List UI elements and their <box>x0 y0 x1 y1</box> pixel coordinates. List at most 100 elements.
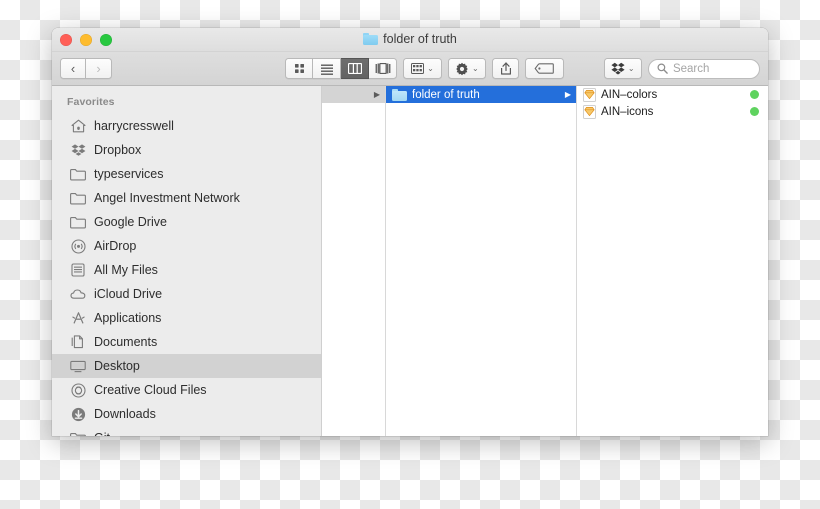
sidebar-item-git[interactable]: Git <box>52 426 321 436</box>
column-1[interactable]: ▶ <box>322 86 386 436</box>
column-row-label: AIN–icons <box>601 105 654 118</box>
arrange-icon <box>411 63 425 74</box>
traffic-light-group <box>60 34 112 46</box>
sidebar-item-label: All My Files <box>94 263 158 277</box>
sidebar-item-label: Applications <box>94 311 162 325</box>
column-row[interactable]: ▶ <box>322 86 385 103</box>
sidebar-item-desktop[interactable]: Desktop <box>52 354 321 378</box>
columns-icon <box>347 63 362 74</box>
icon-view-button[interactable] <box>285 58 314 79</box>
disclosure-triangle-icon[interactable]: ▶ <box>565 90 571 99</box>
column-row[interactable]: folder of truth ▶ <box>386 86 576 103</box>
sidebar-item-list: harrycresswell Dropbox typeservices Angel I… <box>52 114 321 436</box>
all-my-files-icon <box>70 262 86 278</box>
applications-icon <box>70 310 86 326</box>
sidebar-item-label: Angel Investment Network <box>94 191 240 205</box>
sync-status-badge <box>750 107 759 116</box>
icon-grid-icon <box>294 64 304 73</box>
sidebar-item-all-my-files[interactable]: All My Files <box>52 258 321 282</box>
search-placeholder: Search <box>672 62 710 75</box>
chevron-down-icon: ⌄ <box>427 64 434 73</box>
airdrop-icon <box>70 238 86 254</box>
sketch-file-icon <box>583 87 596 102</box>
share-button[interactable] <box>492 58 520 79</box>
share-icon <box>500 62 511 75</box>
documents-icon <box>70 334 86 350</box>
dropbox-menu-button[interactable]: ⌄ <box>603 58 642 79</box>
column-browser: ▶ folder of truth ▶ AIN–colors AIN–icons <box>322 86 768 436</box>
sidebar-item-label: Desktop <box>94 359 140 373</box>
sidebar: Favorites harrycresswell Dropbox typeservi… <box>52 86 322 436</box>
navigation-button-group: ‹ › <box>60 58 112 79</box>
column-3[interactable]: AIN–colors AIN–icons <box>577 86 768 436</box>
gallery-view-button[interactable] <box>369 58 398 79</box>
sidebar-item-label: AirDrop <box>94 239 137 253</box>
back-button[interactable]: ‹ <box>60 58 86 79</box>
sidebar-item-applications[interactable]: Applications <box>52 306 321 330</box>
window-titlebar[interactable]: folder of truth <box>52 28 768 52</box>
disclosure-triangle-icon[interactable]: ▶ <box>374 90 380 99</box>
sync-status-badge <box>750 90 759 99</box>
sidebar-item-icloud-drive[interactable]: iCloud Drive <box>52 282 321 306</box>
home-icon <box>70 118 86 134</box>
column-view-button[interactable] <box>341 58 370 79</box>
chevron-down-icon: ⌄ <box>472 64 479 73</box>
gear-icon <box>456 62 468 75</box>
desktop-icon <box>70 358 86 374</box>
view-mode-group <box>285 58 398 79</box>
sidebar-item-documents[interactable]: Documents <box>52 330 321 354</box>
sidebar-section-header: Favorites <box>67 96 115 108</box>
forward-button[interactable]: › <box>86 58 112 79</box>
column-row[interactable]: AIN–icons <box>577 103 768 120</box>
sidebar-item-creative-cloud-files[interactable]: Creative Cloud Files <box>52 378 321 402</box>
action-menu-button[interactable]: ⌄ <box>447 58 487 79</box>
sidebar-item-label: Documents <box>94 335 158 349</box>
sidebar-item-label: Google Drive <box>94 215 167 229</box>
window-body: Favorites harrycresswell Dropbox typeservi… <box>52 86 768 436</box>
cloud-icon <box>70 286 86 302</box>
search-input[interactable]: Search <box>647 58 760 79</box>
coverflow-icon <box>375 63 391 74</box>
list-view-button[interactable] <box>313 58 342 79</box>
folder-icon <box>70 190 86 206</box>
dropbox-icon <box>611 62 625 75</box>
column-row[interactable]: AIN–colors <box>577 86 768 103</box>
folder-icon <box>392 88 407 101</box>
tag-button[interactable] <box>525 58 564 79</box>
sidebar-item-harrycresswell[interactable]: harrycresswell <box>52 114 321 138</box>
sidebar-item-label: Downloads <box>94 407 156 421</box>
page-title: folder of truth <box>383 32 457 46</box>
sidebar-item-label: Creative Cloud Files <box>94 383 207 397</box>
sidebar-item-google-drive[interactable]: Google Drive <box>52 210 321 234</box>
sketch-file-icon <box>583 104 596 119</box>
sidebar-item-label: Dropbox <box>94 143 142 157</box>
column-2[interactable]: folder of truth ▶ <box>386 86 577 436</box>
chevron-left-icon: ‹ <box>70 61 76 76</box>
creative-cloud-icon <box>70 382 86 398</box>
list-icon <box>320 64 333 75</box>
dropbox-icon <box>70 142 86 158</box>
sidebar-item-dropbox[interactable]: Dropbox <box>52 138 321 162</box>
sidebar-item-label: harrycresswell <box>94 119 174 133</box>
arrange-button[interactable]: ⌄ <box>403 58 442 79</box>
minimize-button[interactable] <box>80 34 92 46</box>
finder-window: folder of truth ‹ › ⌄ ⌄ ⌄ Search Favorit… <box>52 28 768 436</box>
chevron-down-icon: ⌄ <box>627 64 635 73</box>
sidebar-item-airdrop[interactable]: AirDrop <box>52 234 321 258</box>
folder-icon <box>70 166 86 182</box>
folder-icon <box>70 214 86 230</box>
sidebar-item-typeservices[interactable]: typeservices <box>52 162 321 186</box>
finder-toolbar: ‹ › ⌄ ⌄ ⌄ Search <box>52 52 768 86</box>
column-row-label: AIN–colors <box>601 88 658 101</box>
sidebar-item-label: typeservices <box>94 167 164 181</box>
tag-icon <box>534 63 555 74</box>
sidebar-item-downloads[interactable]: Downloads <box>52 402 321 426</box>
folder-icon <box>363 33 379 45</box>
chevron-right-icon: › <box>96 61 101 76</box>
zoom-button[interactable] <box>100 34 112 46</box>
window-title-group: folder of truth <box>52 32 768 46</box>
sidebar-item-angel-investment-network[interactable]: Angel Investment Network <box>52 186 321 210</box>
close-button[interactable] <box>60 34 72 46</box>
sidebar-item-label: Git <box>94 431 110 436</box>
sidebar-item-label: iCloud Drive <box>94 287 163 301</box>
